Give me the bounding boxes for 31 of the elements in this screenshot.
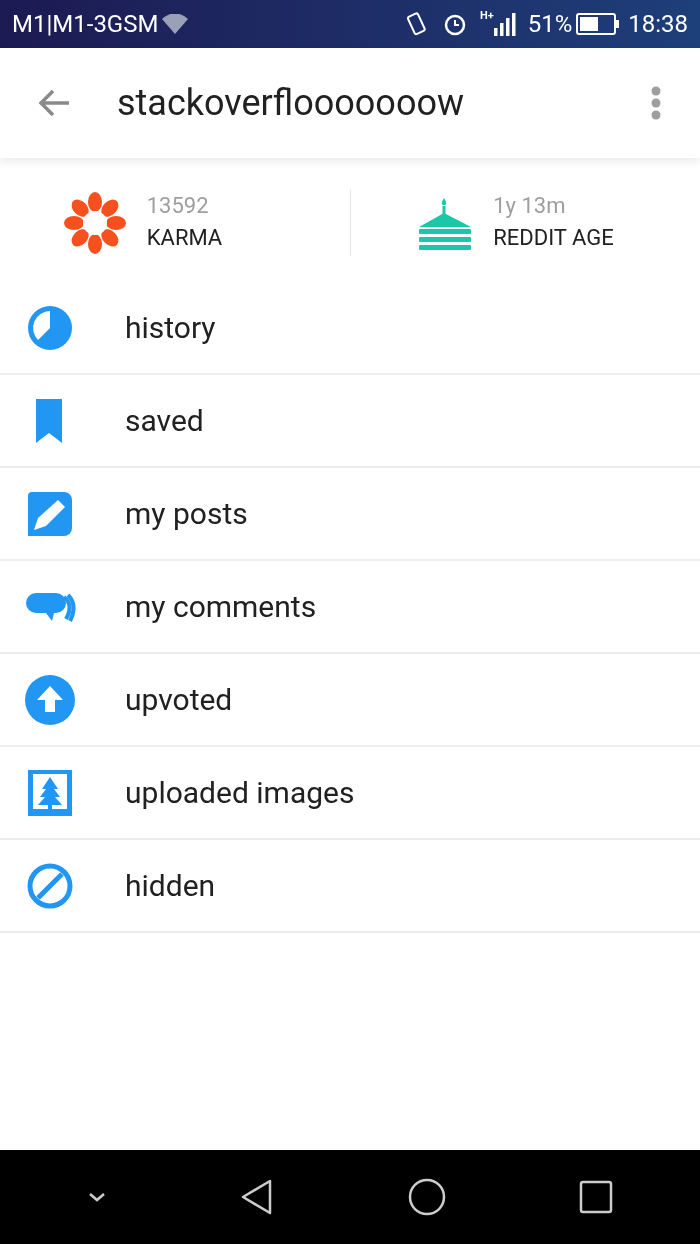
battery-icon <box>576 13 621 35</box>
page-title: stackoverflooooooow <box>117 81 464 126</box>
menu-item[interactable]: upvoted <box>0 654 700 747</box>
menu-label: hidden <box>125 867 216 905</box>
menu-item[interactable]: my comments <box>0 561 700 654</box>
menu-label: history <box>125 309 216 347</box>
carrier-name: M1|M1-3GSM <box>12 9 159 40</box>
network-type: H+ <box>479 8 494 24</box>
menu-label: upvoted <box>125 681 233 719</box>
more-icon <box>651 86 661 120</box>
menu-item[interactable]: history <box>0 282 700 375</box>
clock-time: 18:38 <box>628 9 688 40</box>
stat-label: KARMA <box>146 224 224 252</box>
recents-square-icon[interactable] <box>579 1180 614 1214</box>
flower-icon <box>62 191 127 255</box>
menu-label: my posts <box>125 495 248 533</box>
menu-item[interactable]: hidden <box>0 840 700 933</box>
stat-value: 1y 13m <box>493 192 567 220</box>
menu-label: uploaded images <box>125 774 355 812</box>
back-arrow-icon <box>37 88 71 118</box>
wifi-icon <box>162 14 189 34</box>
menu-label: saved <box>125 402 204 440</box>
menu-item[interactable]: uploaded images <box>0 747 700 840</box>
battery-percent: 51% <box>527 9 573 40</box>
stat-value: 13592 <box>146 192 210 220</box>
signal-icon <box>493 12 516 36</box>
stat-label: REDDIT AGE <box>493 224 615 252</box>
menu-item[interactable]: saved <box>0 375 700 468</box>
home-circle-icon[interactable] <box>407 1178 446 1216</box>
menu-item[interactable]: my posts <box>0 468 700 561</box>
menu-label: my comments <box>125 588 317 626</box>
